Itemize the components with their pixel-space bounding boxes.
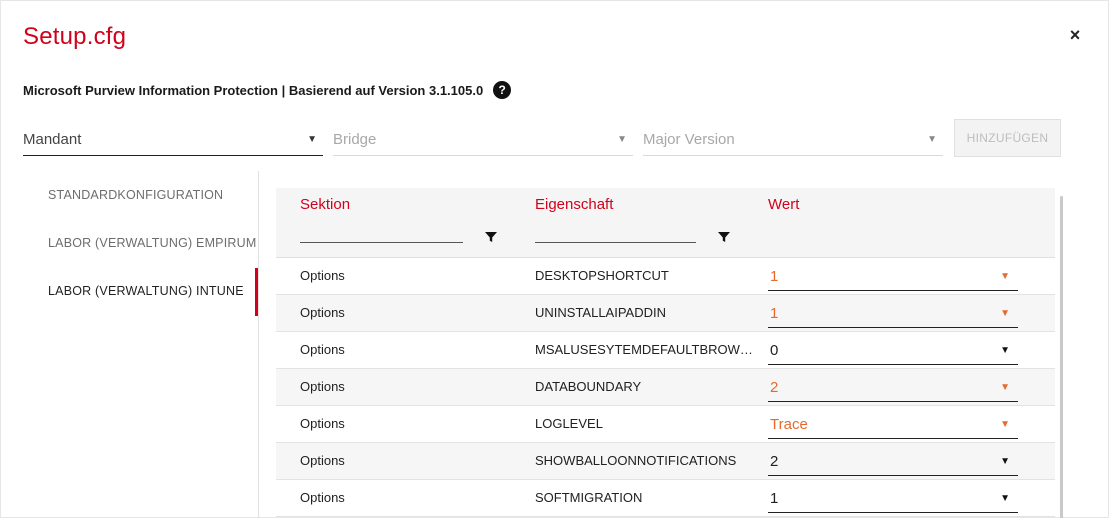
property-cell: DESKTOPSHORTCUT [535,268,669,283]
chevron-down-icon: ▼ [617,133,627,145]
section-filter-input[interactable] [300,242,463,243]
help-icon[interactable]: ? [493,81,512,99]
value-select[interactable]: 1 ▼ [768,262,1018,291]
bridge-select[interactable]: Bridge ▼ [333,123,633,156]
value-select-text: 2 [770,378,779,396]
property-filter-input[interactable] [535,242,696,243]
value-select-text: Trace [770,415,808,433]
table-row: Options SHOWBALLOONNOTIFICATIONS 2 ▼ [276,443,1055,480]
chevron-down-icon: ▼ [927,133,937,145]
filter-icon[interactable] [717,230,731,244]
chevron-down-icon: ▼ [1000,455,1010,467]
value-select[interactable]: 2 ▼ [768,447,1018,476]
chevron-down-icon: ▼ [1000,492,1010,504]
value-select[interactable]: 2 ▼ [768,373,1018,402]
bridge-select-label: Bridge [333,130,377,148]
column-header-property: Eigenschaft [535,196,614,213]
section-cell: Options [300,305,345,320]
table-row: Options DESKTOPSHORTCUT 1 ▼ [276,258,1055,295]
chevron-down-icon: ▼ [1000,381,1010,393]
table-row: Options SOFTMIGRATION 1 ▼ [276,480,1055,517]
chevron-down-icon: ▼ [307,133,317,145]
filter-icon[interactable] [484,230,498,244]
config-dialog: Setup.cfg × Microsoft Purview Informatio… [0,0,1109,518]
dialog-subtitle: Microsoft Purview Information Protection… [23,81,512,99]
value-select-text: 0 [770,341,779,359]
property-cell: UNINSTALLAIPADDIN [535,305,666,320]
table-row: Options MSALUSESYTEMDEFAULTBROW… 0 ▼ [276,332,1055,369]
value-select-text: 2 [770,452,779,470]
section-cell: Options [300,453,345,468]
property-cell: LOGLEVEL [535,416,603,431]
value-select-text: 1 [770,489,779,507]
chevron-down-icon: ▼ [1000,344,1010,356]
value-select-text: 1 [770,304,779,322]
major-version-select-label: Major Version [643,130,735,148]
property-cell: MSALUSESYTEMDEFAULTBROW… [535,342,753,357]
value-select[interactable]: 1 ▼ [768,299,1018,328]
table-header: Sektion Eigenschaft Wert [276,188,1055,258]
major-version-select[interactable]: Major Version ▼ [643,123,943,156]
close-icon[interactable]: × [1065,25,1085,45]
sidebar-item-labor-empirum[interactable]: LABOR (VERWALTUNG) EMPIRUM [48,236,256,250]
chevron-down-icon: ▼ [1000,270,1010,282]
section-cell: Options [300,416,345,431]
mandant-select-label: Mandant [23,130,82,148]
chevron-down-icon: ▼ [1000,418,1010,430]
property-cell: DATABOUNDARY [535,379,642,394]
chevron-down-icon: ▼ [1000,307,1010,319]
version-info: Microsoft Purview Information Protection… [23,82,484,98]
table-scrollbar[interactable] [1060,196,1063,518]
add-button[interactable]: HINZUFÜGEN [954,119,1061,157]
section-cell: Options [300,342,345,357]
dialog-title: Setup.cfg [23,23,127,50]
section-cell: Options [300,268,345,283]
property-cell: SHOWBALLOONNOTIFICATIONS [535,453,737,468]
column-header-value: Wert [768,196,800,213]
value-select[interactable]: 0 ▼ [768,336,1018,365]
sidebar-item-standardkonfiguration[interactable]: STANDARDKONFIGURATION [48,188,223,202]
value-select[interactable]: 1 ▼ [768,484,1018,513]
property-cell: SOFTMIGRATION [535,490,643,505]
settings-table: Sektion Eigenschaft Wert Options DESKTOPS… [276,188,1055,518]
table-row: Options LOGLEVEL Trace ▼ [276,406,1055,443]
sidebar-item-labor-intune[interactable]: LABOR (VERWALTUNG) INTUNE [48,284,244,298]
table-row: Options UNINSTALLAIPADDIN 1 ▼ [276,295,1055,332]
mandant-select[interactable]: Mandant ▼ [23,123,323,156]
configuration-sidebar: STANDARDKONFIGURATION LABOR (VERWALTUNG)… [1,171,259,518]
section-cell: Options [300,490,345,505]
value-select-text: 1 [770,267,779,285]
active-item-indicator [255,268,258,316]
column-header-section: Sektion [300,196,351,213]
value-select[interactable]: Trace ▼ [768,410,1018,439]
table-row: Options DATABOUNDARY 2 ▼ [276,369,1055,406]
section-cell: Options [300,379,345,394]
